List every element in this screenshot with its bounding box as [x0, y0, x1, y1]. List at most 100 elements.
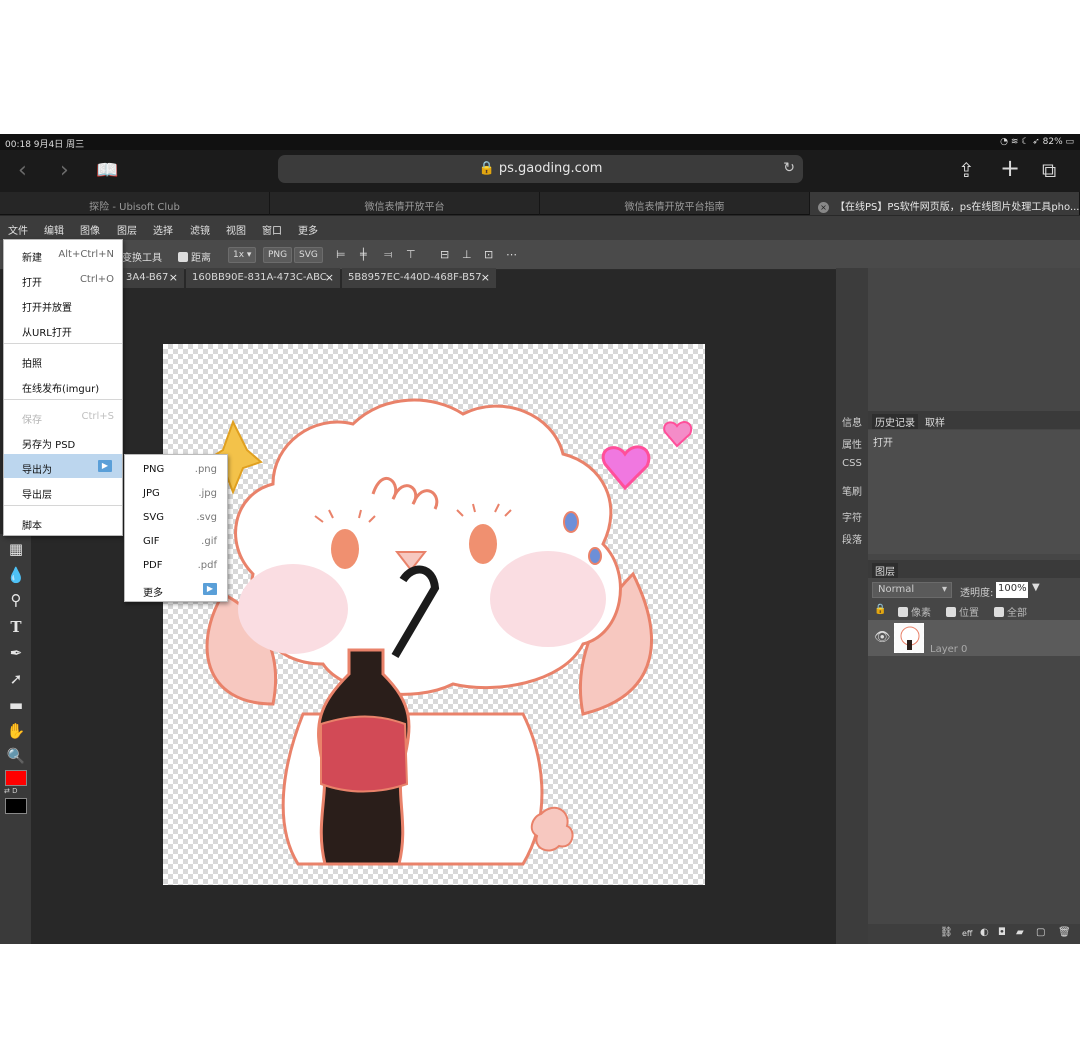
export-pdf-item[interactable]: PDF .pdf: [125, 553, 227, 577]
gradient-tool-icon[interactable]: ▦: [6, 540, 26, 560]
panel-paragraph[interactable]: 段落: [836, 531, 868, 546]
distance-checkbox[interactable]: [178, 252, 188, 262]
lock-pixels-toggle[interactable]: 像素: [898, 604, 931, 619]
browser-tab-active[interactable]: × 【在线PS】PS软件网页版，ps在线图片处理工具pho...: [810, 192, 1080, 215]
menu-item-open-and-place[interactable]: 打开并放置: [4, 292, 122, 316]
tab-history[interactable]: 历史记录: [872, 414, 918, 429]
history-entry[interactable]: 打开: [873, 434, 893, 449]
zoom-select[interactable]: 1x ▾: [228, 247, 257, 263]
new-group-icon[interactable]: ▰: [1016, 927, 1024, 938]
align-top-icon[interactable]: ⊤: [406, 248, 420, 262]
menu-view[interactable]: 视图: [226, 222, 246, 237]
menu-more[interactable]: 更多: [298, 222, 318, 237]
distribute-icon[interactable]: ⊡: [484, 248, 498, 262]
menu-item-new[interactable]: 新建 Alt+Ctrl+N: [4, 242, 122, 266]
transform-tools-label[interactable]: 变换工具: [122, 249, 162, 264]
menu-item-open-url[interactable]: 从URL打开: [4, 317, 122, 341]
tab-sampler[interactable]: 取样: [922, 414, 948, 429]
new-tab-icon[interactable]: +: [1000, 154, 1020, 182]
link-layers-icon[interactable]: ⛓: [940, 927, 953, 938]
menu-item-take-photo[interactable]: 拍照: [4, 348, 122, 372]
align-left-icon[interactable]: ⊨: [336, 248, 350, 262]
align-center-icon[interactable]: ╪: [360, 248, 374, 262]
browser-tab[interactable]: 微信表情开放平台指南: [540, 192, 810, 215]
document-tab[interactable]: 5B8957EC-440D-468F-B57 ×: [342, 268, 496, 288]
lock-all-toggle[interactable]: 全部: [994, 604, 1027, 619]
share-icon[interactable]: ⇪: [958, 158, 975, 182]
effects-button[interactable]: eff: [962, 929, 972, 938]
menu-window[interactable]: 窗口: [262, 222, 282, 237]
panel-properties[interactable]: 属性: [836, 436, 868, 451]
lock-all-checkbox[interactable]: [994, 607, 1004, 617]
export-jpg-item[interactable]: JPG .jpg: [125, 481, 227, 505]
menu-file[interactable]: 文件: [8, 222, 28, 237]
opacity-dropdown-icon[interactable]: ▼: [1032, 582, 1040, 593]
shape-tool-icon[interactable]: ▬: [6, 696, 26, 716]
menu-item-export-as[interactable]: 导出为 ▶: [4, 454, 122, 478]
forward-icon[interactable]: ›: [60, 158, 69, 183]
close-tab-icon[interactable]: ×: [818, 202, 829, 213]
path-select-tool-icon[interactable]: ➚: [6, 670, 26, 690]
panel-character[interactable]: 字符: [836, 509, 868, 524]
menu-item-scripts[interactable]: 脚本: [4, 510, 122, 534]
export-png-button[interactable]: PNG: [263, 247, 293, 263]
align-bottom-icon[interactable]: ⊥: [462, 248, 476, 262]
visibility-eye-icon[interactable]: 👁: [874, 630, 891, 645]
menu-image[interactable]: 图像: [80, 222, 100, 237]
address-bar[interactable]: 🔒 ps.gaoding.com ↻: [278, 155, 803, 183]
new-layer-icon[interactable]: ▢: [1036, 927, 1045, 938]
reload-icon[interactable]: ↻: [783, 160, 795, 176]
blend-mode-select[interactable]: Normal ▾: [872, 582, 952, 598]
menu-item-save-as-psd[interactable]: 另存为 PSD: [4, 429, 122, 453]
lock-position-checkbox[interactable]: [946, 607, 956, 617]
document-canvas[interactable]: [163, 344, 705, 885]
trash-icon[interactable]: 🗑: [1058, 927, 1071, 938]
browser-tab[interactable]: 微信表情开放平台: [270, 192, 540, 215]
export-more-item[interactable]: 更多 ▶: [125, 577, 227, 601]
tab-layers[interactable]: 图层: [872, 563, 898, 578]
menu-select[interactable]: 选择: [153, 222, 173, 237]
back-icon[interactable]: ‹: [18, 158, 27, 183]
distance-toggle[interactable]: 距离: [178, 249, 211, 264]
pen-tool-icon[interactable]: ✒: [6, 644, 26, 664]
foreground-color-swatch[interactable]: [5, 770, 27, 786]
browser-tab[interactable]: 探险 - Ubisoft Club: [0, 192, 270, 215]
export-svg-button[interactable]: SVG: [294, 247, 323, 263]
panel-brush[interactable]: 笔刷: [836, 483, 868, 498]
layer-item[interactable]: 👁 Layer 0: [868, 620, 1080, 656]
panel-info[interactable]: 信息: [836, 414, 868, 429]
document-tab[interactable]: 3A4-B67 ×: [120, 268, 184, 288]
document-tab[interactable]: 160BB90E-831A-473C-ABC ×: [186, 268, 340, 288]
blur-tool-icon[interactable]: 💧: [6, 566, 26, 586]
opacity-input[interactable]: 100%: [996, 582, 1028, 598]
menu-item-open[interactable]: 打开 Ctrl+O: [4, 267, 122, 291]
lock-position-toggle[interactable]: 位置: [946, 604, 979, 619]
close-icon[interactable]: ×: [169, 271, 178, 284]
swap-colors-icon[interactable]: ⇄ D: [4, 787, 17, 795]
panel-css[interactable]: CSS: [836, 458, 868, 469]
close-icon[interactable]: ×: [325, 271, 334, 284]
background-color-swatch[interactable]: [5, 798, 27, 814]
align-right-icon[interactable]: ⫤: [384, 248, 398, 262]
menu-edit[interactable]: 编辑: [44, 222, 64, 237]
layer-mask-icon[interactable]: ◘: [998, 927, 1006, 938]
align-middle-icon[interactable]: ⊟: [440, 248, 454, 262]
document-tab-label: 160BB90E-831A-473C-ABC: [192, 272, 327, 283]
adjustment-layer-icon[interactable]: ◐: [980, 927, 989, 938]
zoom-tool-icon[interactable]: 🔍: [6, 747, 26, 767]
menu-item-export-layers[interactable]: 导出层: [4, 479, 122, 503]
export-gif-item[interactable]: GIF .gif: [125, 529, 227, 553]
menu-layer[interactable]: 图层: [117, 222, 137, 237]
dodge-tool-icon[interactable]: ⚲: [6, 591, 26, 611]
hand-tool-icon[interactable]: ✋: [6, 722, 26, 742]
distribute-horizontal-icon[interactable]: ⋯: [506, 248, 526, 262]
menu-filter[interactable]: 滤镜: [190, 222, 210, 237]
type-tool-icon[interactable]: T: [6, 618, 26, 638]
lock-pixels-checkbox[interactable]: [898, 607, 908, 617]
export-png-item[interactable]: PNG .png: [125, 457, 227, 481]
bookmarks-icon[interactable]: 📖: [96, 160, 118, 181]
tabs-overview-icon[interactable]: ⧉: [1042, 158, 1056, 182]
export-svg-item[interactable]: SVG .svg: [125, 505, 227, 529]
close-icon[interactable]: ×: [481, 271, 490, 284]
menu-item-publish-imgur[interactable]: 在线发布(imgur): [4, 373, 122, 397]
